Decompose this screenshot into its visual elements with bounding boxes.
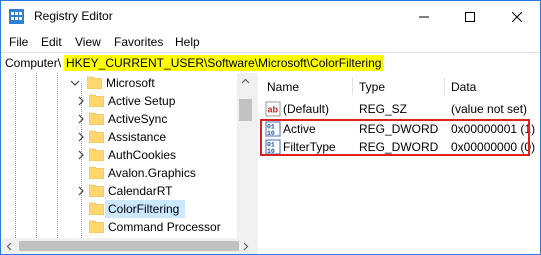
menu-view[interactable]: View (75, 35, 101, 49)
title-bar[interactable]: Registry Editor (1, 1, 540, 32)
menu-favorites[interactable]: Favorites (114, 35, 163, 49)
value-row[interactable]: ab (Default) REG_SZ (value not set) (258, 100, 540, 118)
tree-item-assistance[interactable]: Assistance (1, 128, 237, 146)
column-header-type[interactable]: Type (359, 80, 385, 94)
folder-icon (89, 166, 104, 179)
tree-item-activesync[interactable]: ActiveSync (1, 110, 237, 128)
tree-vertical-scroll-thumb[interactable] (239, 99, 252, 121)
values-list-pane[interactable]: Name Type Data ab (Default) REG_SZ (valu… (258, 73, 540, 254)
scroll-up-arrow-icon[interactable] (241, 78, 250, 84)
string-value-icon: ab (265, 101, 281, 117)
column-divider[interactable] (444, 77, 445, 95)
menu-bar: File Edit View Favorites Help (1, 32, 540, 52)
address-bar[interactable]: Computer\ HKEY_CURRENT_USER\Software\Mic… (1, 52, 540, 74)
tree-item-active-setup[interactable]: Active Setup (1, 92, 237, 110)
value-name: (Default) (283, 102, 330, 116)
folder-icon (89, 94, 104, 107)
tree-item-label: AuthCookies (108, 148, 177, 162)
tree-horizontal-scroll-thumb[interactable] (19, 241, 239, 251)
folder-icon (89, 130, 104, 143)
tree-item-label: Avalon.Graphics (108, 166, 196, 180)
tree-vertical-scrollbar[interactable] (237, 73, 254, 238)
window-title: Registry Editor (34, 9, 113, 23)
tree-item-calendarrt[interactable]: CalendarRT (1, 182, 237, 200)
scroll-right-arrow-icon[interactable] (243, 242, 249, 251)
close-button[interactable] (494, 1, 540, 32)
maximize-button[interactable] (447, 1, 493, 32)
folder-icon (89, 220, 104, 233)
registry-editor-app-icon (9, 9, 24, 24)
folder-icon (89, 202, 104, 215)
chevron-right-icon[interactable] (76, 186, 86, 196)
folder-icon (89, 184, 104, 197)
annotation-highlight-box (260, 119, 530, 156)
close-icon (512, 11, 522, 22)
chevron-right-icon[interactable] (76, 96, 86, 106)
minimize-icon (419, 16, 429, 17)
tree-item-microsoft[interactable]: Microsoft (1, 74, 237, 92)
tree-item-label: ColorFiltering (108, 202, 180, 216)
tree-horizontal-scrollbar[interactable] (1, 238, 254, 254)
tree-item-authcookies[interactable]: AuthCookies (1, 146, 237, 164)
menu-help[interactable]: Help (175, 35, 200, 49)
chevron-right-icon[interactable] (76, 150, 86, 160)
menu-file[interactable]: File (9, 35, 28, 49)
value-data: (value not set) (451, 102, 528, 116)
maximize-icon (465, 11, 475, 22)
scroll-left-arrow-icon[interactable] (6, 242, 12, 251)
tree-item-label: CalendarRT (108, 184, 173, 198)
folder-icon (87, 76, 102, 89)
column-header-data[interactable]: Data (451, 80, 476, 94)
tree-item-command-processor[interactable]: Command Processor (1, 218, 237, 236)
column-divider[interactable] (352, 77, 353, 95)
tree-item-label: ActiveSync (108, 112, 168, 126)
tree-item-label: Command Processor (108, 220, 221, 234)
folder-icon (89, 148, 104, 161)
chevron-down-icon[interactable] (70, 78, 80, 88)
minimize-button[interactable] (401, 1, 447, 32)
column-header-name[interactable]: Name (267, 80, 299, 94)
tree-item-label: Active Setup (108, 94, 176, 108)
menu-edit[interactable]: Edit (41, 35, 62, 49)
address-prefix: Computer\ (5, 56, 62, 70)
svg-text:ab: ab (268, 105, 279, 115)
folder-icon (89, 112, 104, 125)
tree-item-label: Microsoft (106, 76, 155, 90)
tree-item-avalon-graphics[interactable]: Avalon.Graphics (1, 164, 237, 182)
value-type: REG_SZ (359, 102, 408, 116)
registry-editor-window: Registry Editor File Edit View Favorites… (0, 0, 541, 255)
tree-item-label: Assistance (108, 130, 167, 144)
chevron-right-icon[interactable] (76, 114, 86, 124)
chevron-right-icon[interactable] (76, 132, 86, 142)
key-tree-pane[interactable]: Microsoft Active Setup ActiveSync Assist… (1, 73, 255, 238)
address-path[interactable]: HKEY_CURRENT_USER\Software\Microsoft\Col… (64, 55, 384, 71)
tree-item-colorfiltering[interactable]: ColorFiltering (1, 200, 237, 218)
